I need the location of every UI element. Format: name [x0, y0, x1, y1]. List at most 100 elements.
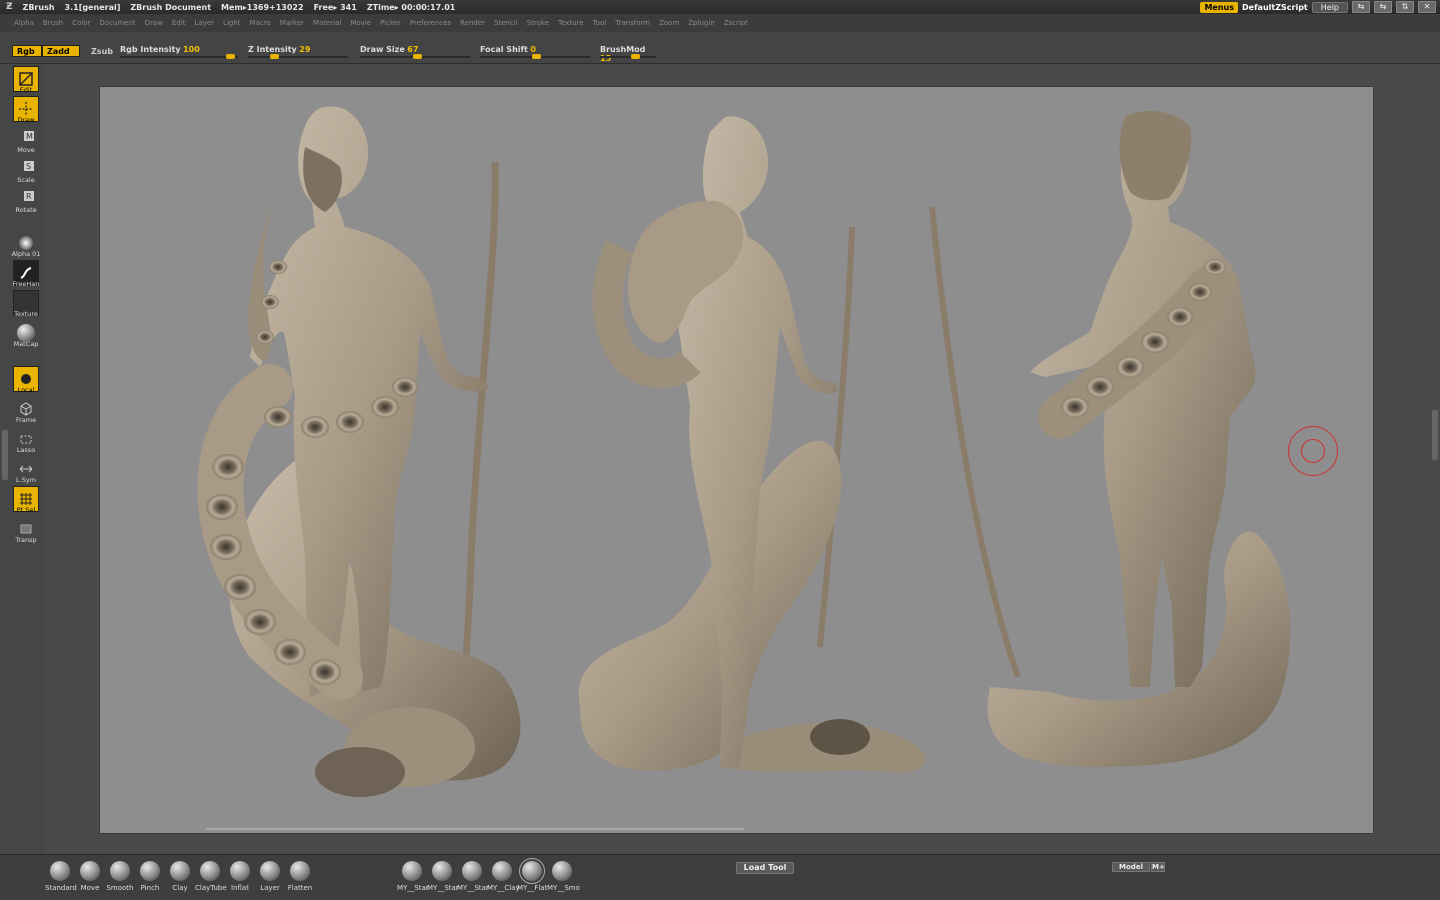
brushmod-slider[interactable]: BrushMod 15	[600, 45, 656, 63]
rotate-button[interactable]: R Rotate	[10, 186, 42, 214]
menu-marker[interactable]: Marker	[280, 19, 304, 27]
menu-color[interactable]: Color	[72, 19, 90, 27]
brush-claytube[interactable]: ClayTube	[195, 861, 227, 892]
custom-brush-5-selected[interactable]: MY__Flat	[517, 858, 547, 892]
menu-edit[interactable]: Edit	[172, 19, 186, 27]
menu-zscript[interactable]: Zscript	[724, 19, 748, 27]
brush-inflat[interactable]: Inflat	[225, 861, 255, 892]
alpha-label: Alpha 01	[11, 250, 41, 258]
custom-brush-2[interactable]: MY__Star	[427, 861, 459, 892]
menu-zplugin[interactable]: Zplugin	[688, 19, 714, 27]
menu-preferences[interactable]: Preferences	[410, 19, 451, 27]
menu-transform[interactable]: Transform	[615, 19, 650, 27]
menu-light[interactable]: Light	[223, 19, 240, 27]
menus-button[interactable]: Menus	[1200, 1, 1238, 13]
menu-zoom[interactable]: Zoom	[659, 19, 679, 27]
focal-shift-slider[interactable]: Focal Shift 0	[480, 45, 590, 59]
brush-sphere-icon	[260, 861, 280, 881]
menu-movie[interactable]: Movie	[350, 19, 371, 27]
z-intensity-slider[interactable]: Z Intensity 29	[248, 45, 348, 59]
draw-size-slider[interactable]: Draw Size 67	[360, 45, 470, 59]
brush-layer[interactable]: Layer	[255, 861, 285, 892]
menu-draw[interactable]: Draw	[145, 19, 163, 27]
brush-pinch[interactable]: Pinch	[135, 861, 165, 892]
menu-alpha[interactable]: Alpha	[14, 19, 34, 27]
brush-sphere-icon	[80, 861, 100, 881]
slider-knob[interactable]	[413, 54, 422, 59]
menu-render[interactable]: Render	[460, 19, 485, 27]
matcap-button[interactable]: MatCap	[10, 320, 42, 348]
sculpt-back-view	[929, 111, 1291, 767]
transp-button[interactable]: Transp	[10, 516, 42, 544]
rgb-intensity-slider[interactable]: Rgb Intensity 100	[120, 45, 238, 59]
menu-material[interactable]: Material	[313, 19, 341, 27]
menu-layer[interactable]: Layer	[195, 19, 215, 27]
brush-clay[interactable]: Clay	[165, 861, 195, 892]
brush-standard[interactable]: Standard	[45, 861, 77, 892]
frame-button[interactable]: Frame	[10, 396, 42, 424]
load-tool-button[interactable]: Load Tool	[736, 862, 794, 874]
ptsel-button[interactable]: Pt Sel	[10, 486, 42, 514]
brush-sphere-icon	[140, 861, 160, 881]
canvas-scrollbar[interactable]	[206, 828, 744, 830]
menu-tool[interactable]: Tool	[593, 19, 607, 27]
brush-flatten[interactable]: Flatten	[285, 861, 315, 892]
move-button[interactable]: M Move	[10, 126, 42, 154]
zsub-toggle[interactable]: Zsub	[86, 45, 116, 57]
right-tray-handle[interactable]	[1432, 410, 1438, 460]
mplus-button[interactable]: M+	[1151, 862, 1165, 872]
rgb-toggle[interactable]: Rgb	[12, 45, 42, 57]
brush-sphere-icon	[290, 861, 310, 881]
slider-label: BrushMod	[600, 45, 646, 54]
sculpt-side-view	[578, 116, 926, 773]
frame-label: Frame	[15, 416, 37, 424]
menu-macro[interactable]: Macro	[250, 19, 271, 27]
edit-button[interactable]: Edit	[10, 66, 42, 94]
menu-brush[interactable]: Brush	[43, 19, 63, 27]
custom-brush-6[interactable]: MY__Smo	[547, 861, 580, 892]
custom-brush-4[interactable]: MY__Clay	[487, 861, 520, 892]
slider-knob[interactable]	[631, 54, 640, 59]
script-name[interactable]: DefaultZScript	[1242, 3, 1308, 12]
brush-label: Pinch	[140, 884, 160, 892]
brush-smooth[interactable]: Smooth	[105, 861, 135, 892]
help-button[interactable]: Help	[1311, 1, 1348, 13]
close-icon[interactable]: ✕	[1418, 1, 1436, 13]
top-toolbar: Rgb Zadd Zsub Rgb Intensity 100 Z Intens…	[0, 32, 1440, 64]
lasso-button[interactable]: Lasso	[10, 426, 42, 454]
slider-knob[interactable]	[532, 54, 541, 59]
slider-value: 100	[183, 45, 200, 54]
document-canvas[interactable]	[99, 86, 1374, 834]
brush-label: Flatten	[287, 884, 313, 892]
brush-sphere-icon	[110, 861, 130, 881]
custom-brush-1[interactable]: MY__Star	[397, 861, 429, 892]
custom-brush-3[interactable]: MY__Star	[457, 861, 489, 892]
local-button[interactable]: Local	[10, 366, 42, 394]
slider-knob[interactable]	[270, 54, 279, 59]
brush-sphere-icon	[230, 861, 250, 881]
scale-button[interactable]: S Scale	[10, 156, 42, 184]
resize-icon[interactable]: ⇅	[1396, 1, 1414, 13]
lsym-button[interactable]: L.Sym	[10, 456, 42, 484]
swap-layout-2-icon[interactable]: ⇆	[1374, 1, 1392, 13]
menu-stencil[interactable]: Stencil	[494, 19, 518, 27]
menu-picker[interactable]: Picker	[380, 19, 401, 27]
menu-stroke[interactable]: Stroke	[527, 19, 549, 27]
slider-knob[interactable]	[226, 54, 235, 59]
scale-label: Scale	[17, 176, 35, 184]
left-tray-handle[interactable]	[2, 430, 8, 480]
menu-texture[interactable]: Texture	[558, 19, 584, 27]
stroke-button[interactable]: FreeHan	[10, 260, 42, 288]
brush-label: Inflat	[231, 884, 249, 892]
brush-label: MY__Star	[457, 884, 489, 892]
slider-value: 67	[407, 45, 419, 54]
draw-button[interactable]: Draw	[10, 96, 42, 124]
alpha-button[interactable]: Alpha 01	[10, 230, 42, 258]
brush-move[interactable]: Move	[75, 861, 105, 892]
brush-label: MY__Smo	[547, 884, 580, 892]
menu-document[interactable]: Document	[99, 19, 135, 27]
model-button[interactable]: Model	[1112, 862, 1150, 872]
swap-layout-icon[interactable]: ⇆	[1352, 1, 1370, 13]
zadd-toggle[interactable]: Zadd	[42, 45, 80, 57]
texture-button[interactable]: Texture	[10, 290, 42, 318]
